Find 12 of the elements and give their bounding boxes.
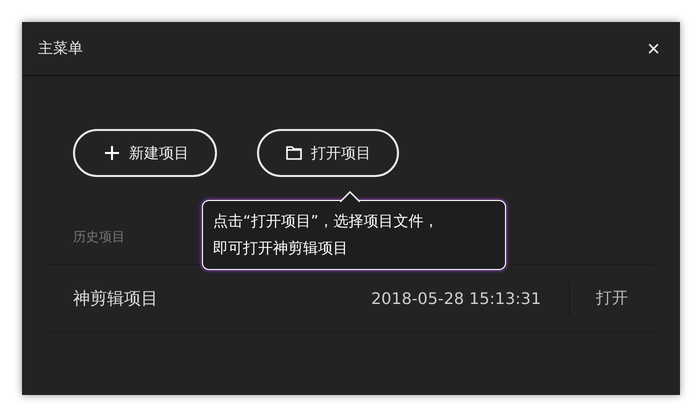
- history-heading: 历史项目: [73, 230, 125, 245]
- project-time: 2018-05-28 15:13:31: [371, 288, 541, 308]
- open-project-button[interactable]: 打开项目: [257, 129, 399, 177]
- new-project-button[interactable]: 新建项目: [73, 129, 217, 177]
- open-link[interactable]: 打开: [596, 288, 628, 308]
- window-title: 主菜单: [38, 39, 83, 58]
- tooltip: 点击“打开项目”，选择项目文件，即可打开神剪辑项目: [202, 191, 508, 270]
- tooltip-pointer-icon: [340, 191, 360, 202]
- close-button[interactable]: ×: [643, 38, 664, 60]
- folder-icon: [285, 144, 303, 162]
- project-name: 神剪辑项目: [73, 288, 159, 310]
- plus-icon: [103, 144, 121, 162]
